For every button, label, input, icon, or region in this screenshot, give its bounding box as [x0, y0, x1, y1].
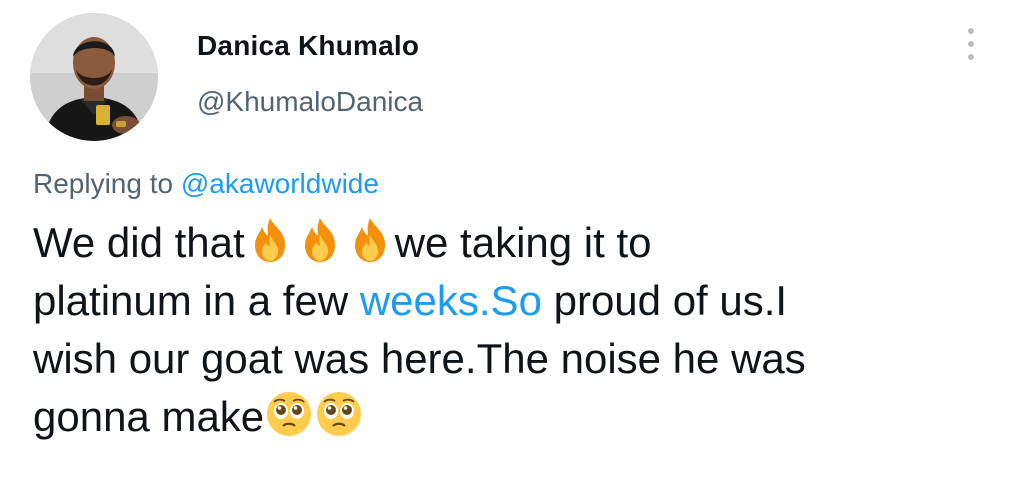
fire-emoji — [245, 215, 295, 265]
tweet-text-segment: proud of us.I — [541, 277, 788, 324]
reply-mention-link[interactable]: @akaworldwide — [181, 168, 379, 199]
tweet-link[interactable]: weeks.So — [360, 277, 542, 324]
tweet-text-segment: gonna make — [33, 393, 265, 440]
more-options-icon[interactable] — [958, 24, 984, 64]
pleading-face-emoji — [264, 389, 314, 439]
fire-emoji — [345, 215, 395, 265]
tweet-line-4: gonna make — [33, 388, 993, 446]
tweet-text-segment: we taking it to — [394, 219, 652, 266]
avatar[interactable] — [30, 13, 158, 141]
author-display-name[interactable]: Danica Khumalo — [197, 30, 419, 62]
pleading-face-emoji — [314, 389, 364, 439]
tweet-card: Danica Khumalo @KhumaloDanica Replying t… — [0, 0, 1024, 477]
author-handle[interactable]: @KhumaloDanica — [197, 86, 423, 118]
reply-context-prefix: Replying to — [33, 168, 181, 199]
tweet-line-1: We did that we taking it to — [33, 214, 993, 272]
tweet-line-2: platinum in a few weeks.So proud of us.I — [33, 272, 993, 330]
fire-emoji — [295, 215, 345, 265]
tweet-text: We did that we taking it to platinum in … — [33, 214, 993, 446]
reply-context: Replying to @akaworldwide — [33, 168, 379, 200]
tweet-text-segment: We did that — [33, 219, 245, 266]
tweet-line-3: wish our goat was here.The noise he was — [33, 335, 806, 382]
tweet-text-segment: platinum in a few — [33, 277, 360, 324]
